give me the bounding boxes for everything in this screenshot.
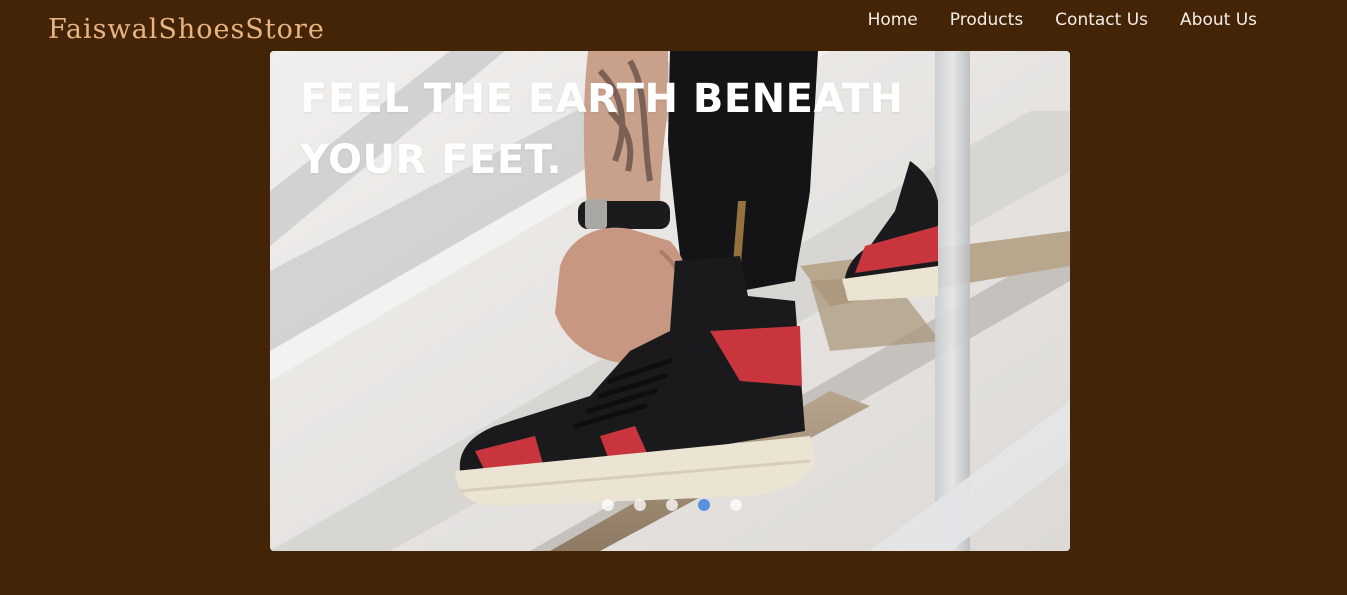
carousel-indicator-active[interactable] [698,499,710,511]
nav-link-about-us[interactable]: About Us [1180,9,1257,31]
nav-link-home[interactable]: Home [868,9,918,31]
carousel-indicator[interactable] [730,499,742,511]
nav-link-contact-us[interactable]: Contact Us [1055,9,1148,31]
main-nav: Home Products Contact Us About Us [868,9,1257,31]
site-header: FaiswalShoesStore Home Products Contact … [0,0,1347,50]
brand-logo[interactable]: FaiswalShoesStore [48,13,325,47]
carousel-indicator[interactable] [602,499,614,511]
hero-carousel[interactable]: FEEL THE EARTH BENEATH YOUR FEET. [270,51,1070,551]
hero-caption: FEEL THE EARTH BENEATH YOUR FEET. [300,76,904,183]
nav-link-products[interactable]: Products [950,9,1023,31]
carousel-indicators [270,499,1070,511]
carousel-indicator[interactable] [634,499,646,511]
carousel-indicator[interactable] [666,499,678,511]
